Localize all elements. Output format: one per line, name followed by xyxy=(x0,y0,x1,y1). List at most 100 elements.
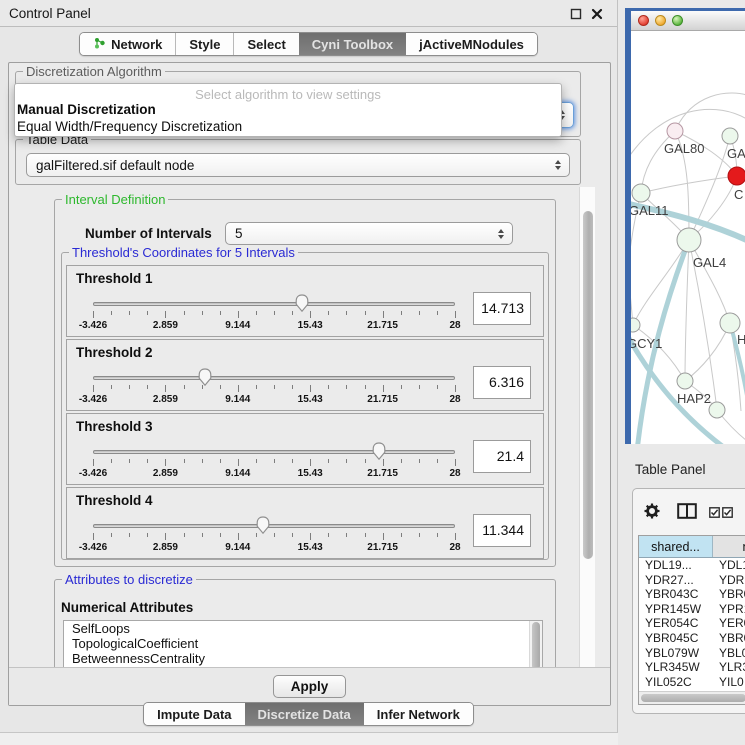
network-edge[interactable] xyxy=(689,240,730,323)
slider-thumb[interactable] xyxy=(197,367,213,387)
node-label: GA xyxy=(727,146,745,161)
vertical-scrollbar-thumb[interactable] xyxy=(583,211,593,559)
tab-network[interactable]: Network xyxy=(80,33,175,55)
node-label: H xyxy=(737,332,745,347)
table-horizontal-scrollbar[interactable] xyxy=(639,691,745,704)
threshold-value-field[interactable]: 21.4 xyxy=(473,440,531,473)
tick-mark xyxy=(202,533,203,537)
tick-mark xyxy=(238,459,239,466)
minimize-traffic-light-icon[interactable] xyxy=(655,15,666,26)
table-row[interactable]: YBR043CYBR0 xyxy=(639,587,745,602)
network-node-c[interactable] xyxy=(728,167,745,185)
tab-infer-network[interactable]: Infer Network xyxy=(364,703,473,725)
table-row[interactable]: YBL079WYBL0 xyxy=(639,646,745,661)
network-canvas[interactable]: GAL80GACGAL11GAL4GCY1HHAP2 xyxy=(631,31,745,445)
tab-jactivemnodules[interactable]: jActiveMNodules xyxy=(406,33,537,55)
network-edge[interactable] xyxy=(633,240,689,325)
network-node-gal11[interactable] xyxy=(632,184,650,202)
table-cell: YDR2 xyxy=(713,573,745,588)
table-data-combobox[interactable]: galFiltered.sif default node xyxy=(26,153,570,177)
attributes-list-scrollbar[interactable] xyxy=(529,621,542,671)
network-node-gal4[interactable] xyxy=(677,228,701,252)
table-row[interactable]: YDR27...YDR2 xyxy=(639,573,745,588)
tab-discretize-data[interactable]: Discretize Data xyxy=(245,703,364,725)
network-node-gcy1[interactable] xyxy=(631,318,640,332)
tick-mark xyxy=(147,459,148,463)
table-row[interactable]: YIL052CYIL0 xyxy=(639,675,745,690)
tab-cyni-toolbox[interactable]: Cyni Toolbox xyxy=(299,33,406,55)
slider-track[interactable] xyxy=(93,376,455,380)
table-header-row: shared... na xyxy=(639,536,745,558)
attributes-list[interactable]: SelfLoopsTopologicalCoefficientBetweenne… xyxy=(63,620,543,671)
slider-ticks xyxy=(93,385,455,393)
tick-mark xyxy=(93,385,94,392)
table-row[interactable]: YPR145WYPR1 xyxy=(639,602,745,617)
zoom-traffic-light-icon[interactable] xyxy=(672,15,683,26)
gear-icon[interactable] xyxy=(643,502,661,523)
dropdown-hint: Select algorithm to view settings xyxy=(15,84,561,101)
slider-track[interactable] xyxy=(93,302,455,306)
close-traffic-light-icon[interactable] xyxy=(638,15,649,26)
slider-thumb[interactable] xyxy=(255,515,271,535)
checkbox-icon[interactable] xyxy=(709,506,720,521)
slider-track[interactable] xyxy=(93,450,455,454)
dropdown-option[interactable]: Manual Discretization xyxy=(15,101,561,118)
float-window-icon[interactable] xyxy=(569,7,583,21)
tick-label: 2.859 xyxy=(153,394,178,405)
table-row[interactable]: YDL19...YDL1 xyxy=(639,558,745,573)
tick-label: 9.144 xyxy=(225,394,250,405)
network-node-gal80[interactable] xyxy=(667,123,683,139)
network-node[interactable] xyxy=(709,402,725,418)
network-edge[interactable] xyxy=(675,93,745,131)
network-view-window[interactable]: GAL80GACGAL11GAL4GCY1HHAP2 xyxy=(625,8,745,453)
tick-mark xyxy=(238,533,239,540)
table-row[interactable]: YLR345WYLR3 xyxy=(639,660,745,675)
tick-mark xyxy=(365,459,366,463)
tab-label: Infer Network xyxy=(377,707,460,722)
right-column: GAL80GACGAL11GAL4GCY1HHAP2 Table Panel xyxy=(618,0,745,745)
table-row[interactable]: YER054CYER0 xyxy=(639,616,745,631)
tick-mark xyxy=(111,311,112,315)
network-graph[interactable]: GAL80GACGAL11GAL4GCY1HHAP2 xyxy=(631,31,745,445)
network-edge[interactable] xyxy=(685,323,730,381)
table-horizontal-scrollbar-thumb[interactable] xyxy=(641,694,745,702)
threshold-value-field[interactable]: 6.316 xyxy=(473,366,531,399)
network-node-h[interactable] xyxy=(720,313,740,333)
vertical-scrollbar[interactable] xyxy=(579,187,595,671)
dropdown-option[interactable]: Equal Width/Frequency Discretization xyxy=(15,118,561,135)
number-of-intervals-label: Number of Intervals xyxy=(85,226,212,241)
slider-thumb[interactable] xyxy=(294,293,310,313)
tick-mark xyxy=(437,533,438,537)
number-of-intervals-combobox[interactable]: 5 xyxy=(225,222,513,245)
attribute-list-item[interactable]: BetweennessCentrality xyxy=(64,651,542,666)
tick-mark xyxy=(165,533,166,540)
tick-mark xyxy=(93,311,94,318)
slider-thumb[interactable] xyxy=(371,441,387,461)
network-node-ga[interactable] xyxy=(722,128,738,144)
column-header-name[interactable]: na xyxy=(713,536,745,557)
network-node-hap2[interactable] xyxy=(677,373,693,389)
columns-icon[interactable] xyxy=(677,503,697,522)
tab-select[interactable]: Select xyxy=(233,33,298,55)
attribute-list-item[interactable]: SelfLoops xyxy=(64,621,542,636)
tick-mark xyxy=(238,385,239,392)
tab-style[interactable]: Style xyxy=(175,33,233,55)
table-cell: YLR3 xyxy=(713,660,745,675)
tab-label: Style xyxy=(189,37,220,52)
threshold-value-field[interactable]: 14.713 xyxy=(473,292,531,325)
network-edge[interactable] xyxy=(641,176,737,193)
tab-impute-data[interactable]: Impute Data xyxy=(144,703,244,725)
tick-mark xyxy=(365,311,366,315)
network-edge[interactable] xyxy=(631,245,633,325)
table-row[interactable]: YBR045CYBR0 xyxy=(639,631,745,646)
threshold-value-field[interactable]: 11.344 xyxy=(473,514,531,547)
close-icon[interactable] xyxy=(590,7,604,21)
attribute-list-item[interactable]: TopologicalCoefficient xyxy=(64,636,542,651)
tick-mark xyxy=(383,533,384,540)
slider-track[interactable] xyxy=(93,524,455,528)
checkbox-icon[interactable] xyxy=(722,506,733,521)
tick-label: 9.144 xyxy=(225,542,250,553)
apply-button[interactable]: Apply xyxy=(273,675,347,698)
network-edge[interactable] xyxy=(685,240,689,381)
column-header-shared-name[interactable]: shared... xyxy=(639,536,713,557)
